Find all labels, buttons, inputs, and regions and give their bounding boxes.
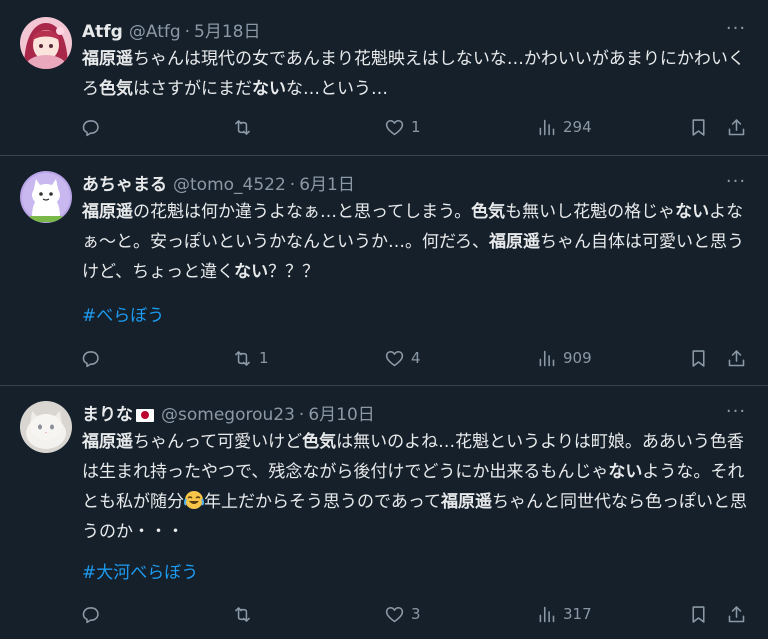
share-button[interactable] — [726, 346, 747, 370]
tweet-date[interactable]: 6月1日 — [299, 173, 355, 197]
like-count: 1 — [411, 118, 421, 136]
tweet-date[interactable]: 5月18日 — [194, 20, 260, 44]
highlighted-term: 色気 — [99, 79, 133, 99]
handle[interactable]: @somegorou23 — [161, 403, 295, 427]
text-segment: も無いし花魁の格じゃ — [505, 202, 676, 222]
bookmark-button[interactable] — [688, 346, 709, 370]
highlighted-term: ない — [675, 202, 710, 222]
tweet[interactable]: Atfg @Atfg · 5月18日 ··· 福原遥ちゃんは現代の女であんまり花… — [0, 0, 768, 156]
tweet[interactable]: まりな @somegorou23 · 6月10日 ··· 福原遥ちゃんって可愛い… — [0, 386, 768, 639]
like-button[interactable]: 4 — [384, 346, 421, 370]
views-button[interactable]: 909 — [536, 346, 592, 370]
views-icon — [536, 348, 557, 369]
share-button[interactable] — [726, 115, 747, 139]
highlighted-term: ない — [608, 462, 643, 482]
highlighted-term: 色気 — [471, 202, 506, 222]
highlighted-term: 福原遥 — [488, 232, 540, 252]
reply-icon — [80, 604, 101, 625]
highlighted-term: ない — [234, 262, 269, 282]
text-segment: はさすがにまだ — [133, 79, 252, 99]
share-button[interactable] — [726, 602, 747, 626]
views-icon — [536, 604, 557, 625]
like-button[interactable]: 1 — [384, 115, 421, 139]
bookmark-icon — [688, 604, 709, 625]
bookmark-button[interactable] — [688, 602, 709, 626]
text-segment: ちゃんって可愛いけど — [133, 432, 303, 452]
retweet-button[interactable] — [232, 115, 253, 139]
separator: · — [298, 405, 305, 425]
tears-of-joy-emoji — [184, 491, 204, 512]
avatar[interactable] — [20, 171, 72, 223]
highlighted-term: 福原遥 — [82, 202, 133, 222]
retweet-button[interactable] — [232, 602, 253, 626]
highlighted-term: 色気 — [302, 432, 337, 452]
reply-button[interactable] — [80, 602, 101, 626]
hashtag-link[interactable]: #べらぼう — [82, 304, 164, 328]
text-segment: な…という… — [286, 79, 388, 99]
avatar[interactable] — [20, 17, 72, 69]
tweet-text: 福原遥ちゃんは現代の女であんまり花魁映えはしないな…かわいいがあまりにかわいくろ… — [82, 44, 748, 104]
tweet-actions: 1 294 — [80, 115, 752, 139]
heart-icon — [384, 604, 405, 625]
retweet-icon — [232, 348, 253, 369]
highlighted-term: 福原遥 — [82, 432, 133, 452]
tweet-header: あちゃまる @tomo_4522 · 6月1日 — [82, 173, 355, 197]
highlighted-term: ない — [252, 79, 286, 99]
text-segment: の花魁は何か違うよなぁ…と思ってしまう。 — [133, 202, 472, 222]
more-icon[interactable]: ··· — [724, 173, 748, 199]
reply-icon — [80, 117, 101, 138]
heart-icon — [384, 348, 405, 369]
highlighted-term: 福原遥 — [82, 49, 133, 69]
text-segment: 年上だからそう思うのであって — [204, 492, 441, 512]
share-icon — [726, 117, 747, 138]
tweet-actions: 3 317 — [80, 602, 752, 626]
views-button[interactable]: 317 — [536, 602, 592, 626]
tweet-text: 福原遥の花魁は何か違うよなぁ…と思ってしまう。色気も無いし花魁の格じゃないよなぁ… — [82, 197, 748, 287]
tweet-header: Atfg @Atfg · 5月18日 — [82, 20, 261, 44]
separator: · — [289, 175, 296, 195]
views-count: 294 — [563, 118, 592, 136]
share-icon — [726, 604, 747, 625]
highlighted-term: 福原遥 — [440, 492, 492, 512]
reply-icon — [80, 348, 101, 369]
handle[interactable]: @tomo_4522 — [173, 173, 286, 197]
reply-button[interactable] — [80, 346, 101, 370]
retweet-button[interactable]: 1 — [232, 346, 269, 370]
tweet-header: まりな @somegorou23 · 6月10日 — [82, 403, 375, 427]
display-name[interactable]: あちゃまる — [82, 173, 167, 197]
tweet-date[interactable]: 6月10日 — [308, 403, 374, 427]
like-count: 4 — [411, 349, 421, 367]
views-count: 909 — [563, 349, 592, 367]
retweet-icon — [232, 604, 253, 625]
views-button[interactable]: 294 — [536, 115, 592, 139]
hashtag-link[interactable]: #大河べらぼう — [82, 561, 198, 585]
more-icon[interactable]: ··· — [724, 20, 748, 46]
like-count: 3 — [411, 605, 421, 623]
tweet-actions: 1 4 909 — [80, 346, 752, 370]
separator: · — [184, 22, 191, 42]
share-icon — [726, 348, 747, 369]
avatar[interactable] — [20, 401, 72, 453]
bookmark-icon — [688, 117, 709, 138]
reply-button[interactable] — [80, 115, 101, 139]
tweet[interactable]: あちゃまる @tomo_4522 · 6月1日 ··· 福原遥の花魁は何か違うよ… — [0, 156, 768, 386]
bookmark-button[interactable] — [688, 115, 709, 139]
views-icon — [536, 117, 557, 138]
japan-flag-icon — [136, 408, 154, 422]
display-name[interactable]: Atfg — [82, 20, 123, 44]
like-button[interactable]: 3 — [384, 602, 421, 626]
retweet-icon — [232, 117, 253, 138]
more-icon[interactable]: ··· — [724, 403, 748, 429]
retweet-count: 1 — [259, 349, 269, 367]
handle[interactable]: @Atfg — [129, 20, 181, 44]
display-name[interactable]: まりな — [82, 403, 133, 427]
text-segment: ？？？ — [268, 262, 320, 282]
views-count: 317 — [563, 605, 592, 623]
heart-icon — [384, 117, 405, 138]
tweet-text: 福原遥ちゃんって可愛いけど色気は無いのよね…花魁というよりは町娘。ああいう色香は… — [82, 427, 748, 547]
bookmark-icon — [688, 348, 709, 369]
